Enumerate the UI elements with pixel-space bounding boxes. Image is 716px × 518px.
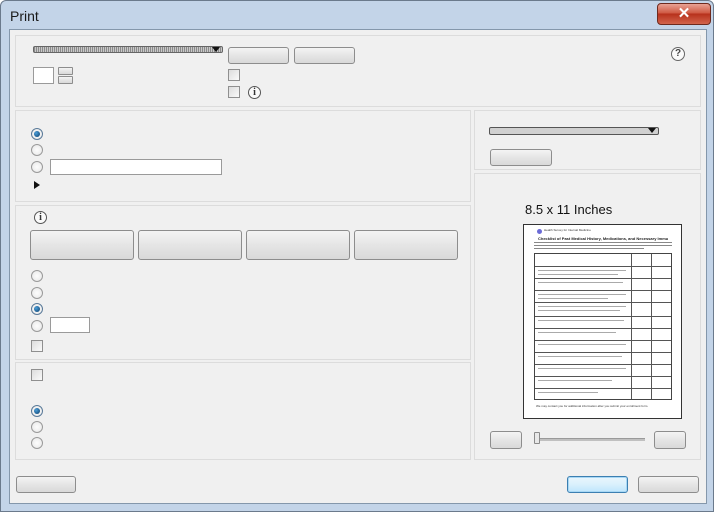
document-intro-line bbox=[534, 248, 644, 249]
page-range-radio[interactable] bbox=[31, 161, 43, 173]
fit-radio[interactable] bbox=[31, 270, 43, 282]
page-sizing-panel: i bbox=[15, 205, 471, 360]
printer-properties-button[interactable] bbox=[228, 47, 289, 64]
summarize-comments-button[interactable] bbox=[490, 149, 552, 166]
document-title: Health Survey for Internal Medicine bbox=[544, 228, 591, 232]
custom-scale-input[interactable] bbox=[50, 317, 90, 333]
portrait-radio[interactable] bbox=[31, 421, 43, 433]
landscape-radio[interactable] bbox=[31, 437, 43, 449]
document-intro-line bbox=[534, 242, 672, 243]
size-button[interactable] bbox=[30, 230, 134, 260]
page-range-input[interactable] bbox=[50, 159, 222, 175]
current-view-radio[interactable] bbox=[31, 144, 43, 156]
booklet-button[interactable] bbox=[354, 230, 458, 260]
window-title: Print bbox=[10, 8, 39, 24]
comments-forms-dropdown[interactable] bbox=[489, 127, 659, 135]
document-heading: Checklist of Past Medical History, Medic… bbox=[538, 236, 668, 241]
auto-orientation-radio[interactable] bbox=[31, 405, 43, 417]
print-button[interactable] bbox=[567, 476, 628, 493]
page-setup-button[interactable] bbox=[16, 476, 76, 493]
pages-to-print-panel bbox=[15, 110, 471, 202]
grayscale-checkbox[interactable] bbox=[228, 86, 240, 98]
close-icon: ✕ bbox=[677, 5, 691, 22]
print-both-sides-checkbox[interactable] bbox=[31, 369, 43, 381]
actual-size-radio[interactable] bbox=[31, 287, 43, 299]
chevron-down-icon[interactable] bbox=[212, 47, 220, 52]
document-table bbox=[534, 253, 672, 400]
info-icon: i bbox=[248, 86, 261, 99]
print-dialog-window: Print ✕ ? i i 8.5 x 11 Inches Health Sur… bbox=[0, 0, 714, 512]
shrink-oversized-radio[interactable] bbox=[31, 303, 43, 315]
find-printer-button[interactable] bbox=[294, 47, 355, 64]
help-icon[interactable]: ? bbox=[671, 47, 685, 61]
poster-button[interactable] bbox=[138, 230, 242, 260]
info-icon: i bbox=[34, 211, 47, 224]
document-intro-line bbox=[534, 245, 672, 246]
choose-paper-source-checkbox[interactable] bbox=[31, 340, 43, 352]
document-logo-icon bbox=[537, 229, 542, 234]
preview-panel: 8.5 x 11 Inches Health Survey for Intern… bbox=[474, 173, 701, 460]
page-slider-thumb[interactable] bbox=[534, 432, 540, 444]
all-pages-radio[interactable] bbox=[31, 128, 43, 140]
printer-panel: ? i bbox=[15, 35, 701, 107]
orientation-panel bbox=[15, 362, 471, 460]
comments-forms-panel bbox=[474, 110, 701, 170]
next-page-button[interactable] bbox=[654, 431, 686, 449]
custom-scale-radio[interactable] bbox=[31, 320, 43, 332]
chevron-down-icon[interactable] bbox=[648, 128, 656, 133]
more-options-triangle-icon[interactable] bbox=[34, 181, 40, 189]
multiple-button[interactable] bbox=[246, 230, 350, 260]
previous-page-button[interactable] bbox=[490, 431, 522, 449]
document-footer: We may contact you for additional inform… bbox=[536, 404, 649, 408]
copies-up-button[interactable] bbox=[58, 67, 73, 75]
close-button[interactable]: ✕ bbox=[657, 3, 711, 25]
page-preview: Health Survey for Internal Medicine Chec… bbox=[523, 224, 682, 419]
copies-input[interactable] bbox=[33, 67, 54, 84]
page-slider-track[interactable] bbox=[534, 438, 645, 441]
dialog-client-area: ? i i 8.5 x 11 Inches Health Survey for … bbox=[9, 29, 707, 504]
printer-dropdown[interactable] bbox=[33, 46, 223, 53]
print-to-file-checkbox[interactable] bbox=[228, 69, 240, 81]
copies-down-button[interactable] bbox=[58, 76, 73, 84]
cancel-button[interactable] bbox=[638, 476, 699, 493]
paper-size-label: 8.5 x 11 Inches bbox=[525, 202, 613, 217]
